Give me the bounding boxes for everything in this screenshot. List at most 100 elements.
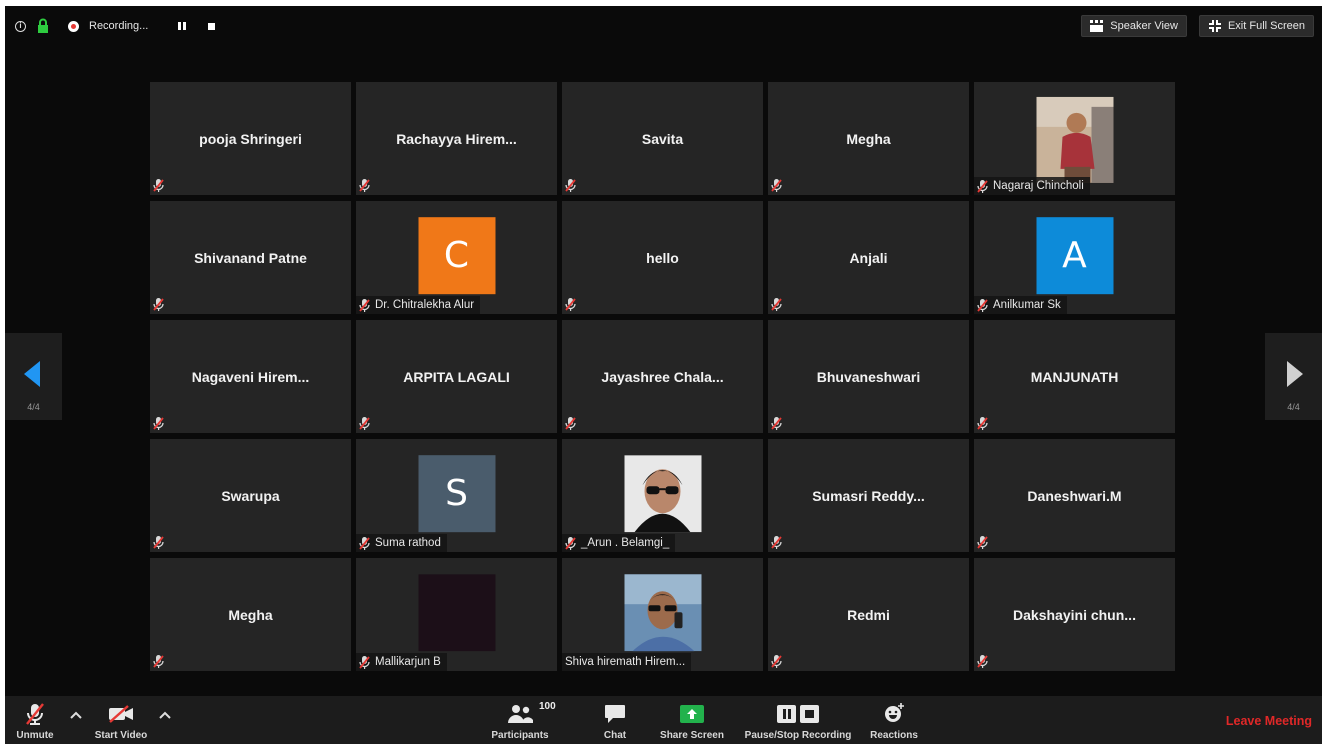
audio-options-caret-icon[interactable] (70, 711, 82, 719)
participant-tile[interactable]: Megha (150, 558, 351, 671)
participant-photo (418, 573, 495, 651)
participant-name: ARPITA LAGALI (403, 368, 510, 385)
exit-full-screen-icon (1208, 20, 1221, 32)
muted-mic-icon (977, 417, 988, 430)
reactions-button[interactable]: Reactions (869, 696, 919, 741)
participant-tile[interactable]: Nagaraj Chincholi (974, 82, 1175, 195)
participant-name: Savita (641, 130, 684, 147)
participant-tile[interactable]: Redmi (768, 558, 969, 671)
participant-tile[interactable]: MANJUNATH (974, 320, 1175, 433)
lock-icon[interactable] (36, 18, 50, 34)
participant-tile[interactable]: Dakshayini chun... (974, 558, 1175, 671)
participant-name: Jayashree Chala... (601, 368, 724, 385)
participant-tile[interactable]: Mallikarjun B (356, 558, 557, 671)
muted-mic-icon (977, 536, 988, 549)
participant-tile[interactable]: Shivanand Patne (150, 201, 351, 314)
participant-name-label: Nagaraj Chincholi (974, 177, 1090, 195)
participant-tile[interactable]: S Suma rathod (356, 439, 557, 552)
muted-mic-icon (771, 536, 782, 549)
participant-tile[interactable]: Bhuvaneshwari (768, 320, 969, 433)
participant-grid: pooja Shringeri Rachayya Hirem... Savita Me… (150, 82, 1175, 671)
participant-tile[interactable]: Megha (768, 82, 969, 195)
muted-mic-icon (977, 655, 988, 668)
participant-name: pooja Shringeri (199, 130, 302, 147)
muted-mic-icon (359, 655, 370, 669)
participants-icon (508, 705, 533, 723)
participant-tile[interactable]: _Arun . Belamgi_ (562, 439, 763, 552)
next-page-button[interactable]: 4/4 (1265, 333, 1322, 420)
exit-full-screen-label: Exit Full Screen (1227, 20, 1305, 32)
video-options-caret-icon[interactable] (159, 711, 171, 719)
participant-tile[interactable]: Savita (562, 82, 763, 195)
participants-label: Participants (491, 730, 549, 741)
page-indicator-left: 4/4 (27, 402, 40, 412)
recording-status: Recording... (89, 20, 149, 32)
start-video-button[interactable]: Start Video (93, 696, 149, 741)
meeting-status-bar: i Recording... (15, 18, 216, 34)
stop-recording-icon[interactable] (208, 22, 216, 30)
participant-avatar: S (418, 454, 495, 532)
muted-mic-icon (153, 417, 164, 430)
participant-name: Shiva hiremath Hirem... (565, 656, 686, 668)
unmute-button[interactable]: Unmute (15, 696, 55, 741)
chat-button[interactable]: Chat (597, 696, 633, 741)
view-controls: Speaker View Exit Full Screen (1081, 15, 1314, 37)
participant-tile[interactable]: pooja Shringeri (150, 82, 351, 195)
participant-tile[interactable]: Anjali (768, 201, 969, 314)
participants-count: 100 (539, 701, 556, 712)
participant-tile[interactable]: Jayashree Chala... (562, 320, 763, 433)
pause-stop-icon (777, 705, 819, 723)
participant-name: Anilkumar Sk (993, 299, 1061, 311)
exit-full-screen-button[interactable]: Exit Full Screen (1198, 15, 1314, 37)
participant-avatar: A (1036, 216, 1113, 294)
meeting-window: i Recording... Speaker View Exit Full Sc… (5, 6, 1322, 744)
muted-mic-icon (359, 417, 370, 430)
share-screen-label: Share Screen (660, 730, 724, 741)
participant-name: Megha (846, 130, 891, 147)
participant-name: Anjali (849, 249, 888, 266)
participant-name: Mallikarjun B (375, 656, 441, 668)
participant-name-label: _Arun . Belamgi_ (562, 534, 676, 552)
pause-stop-recording-label: Pause/Stop Recording (744, 730, 852, 741)
participant-tile[interactable]: Shiva hiremath Hirem... (562, 558, 763, 671)
participant-photo (1036, 96, 1113, 183)
grid-view-icon (1090, 20, 1104, 32)
participant-tile[interactable]: Sumasri Reddy... (768, 439, 969, 552)
recording-icon (68, 20, 79, 32)
participant-tile[interactable]: Daneshwari.M (974, 439, 1175, 552)
participant-tile[interactable]: Rachayya Hirem... (356, 82, 557, 195)
participant-name-label: Shiva hiremath Hirem... (562, 653, 692, 671)
participant-name-label: Dr. Chitralekha Alur (356, 296, 481, 314)
participant-tile[interactable]: ARPITA LAGALI (356, 320, 557, 433)
pause-recording-icon[interactable] (178, 22, 187, 30)
leave-meeting-button[interactable]: Leave Meeting (1226, 714, 1312, 728)
participant-name: Suma rathod (375, 537, 441, 549)
pause-stop-recording-button[interactable]: Pause/Stop Recording (743, 696, 853, 741)
info-icon[interactable]: i (15, 20, 26, 32)
muted-mic-icon (153, 298, 164, 311)
start-video-label: Start Video (94, 730, 148, 741)
previous-page-button[interactable]: 4/4 (5, 333, 62, 420)
share-screen-icon (680, 705, 704, 723)
meeting-toolbar: Unmute Start Video Participants 100 Chat… (5, 696, 1322, 744)
share-screen-button[interactable]: Share Screen (659, 696, 725, 741)
speaker-view-button[interactable]: Speaker View (1081, 15, 1187, 37)
muted-mic-icon (565, 298, 576, 311)
participant-tile[interactable]: Nagaveni Hirem... (150, 320, 351, 433)
participant-tile[interactable]: hello (562, 201, 763, 314)
speaker-view-label: Speaker View (1110, 20, 1178, 32)
participant-tile[interactable]: A Anilkumar Sk (974, 201, 1175, 314)
muted-mic-icon (153, 536, 164, 549)
muted-mic-icon (977, 298, 988, 312)
participant-tile[interactable]: Swarupa (150, 439, 351, 552)
muted-microphone-icon (26, 703, 44, 725)
muted-mic-icon (771, 417, 782, 430)
participant-name: Nagaraj Chincholi (993, 180, 1084, 192)
muted-mic-icon (359, 298, 370, 312)
participant-name: _Arun . Belamgi_ (581, 537, 670, 549)
participant-photo (624, 454, 701, 532)
muted-mic-icon (771, 298, 782, 311)
muted-mic-icon (565, 536, 576, 550)
participant-tile[interactable]: C Dr. Chitralekha Alur (356, 201, 557, 314)
participant-name-label: Anilkumar Sk (974, 296, 1067, 314)
